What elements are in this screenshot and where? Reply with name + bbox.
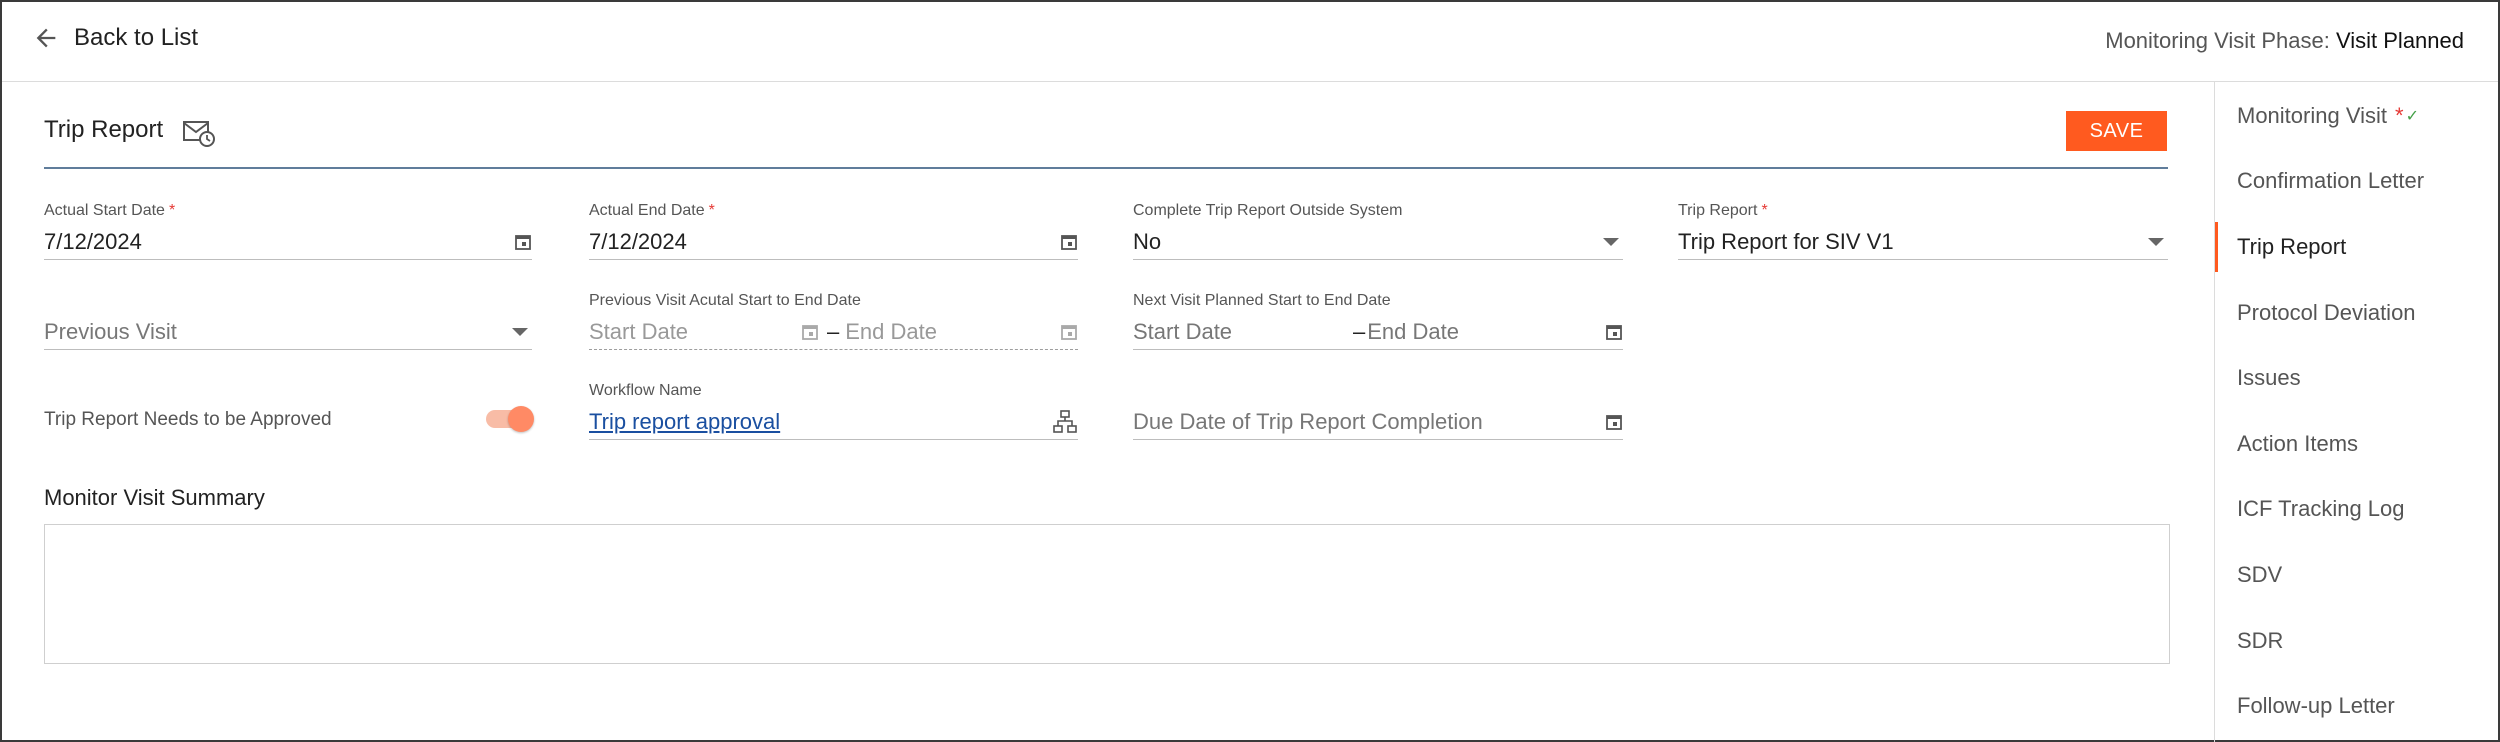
mail-clock-icon[interactable]	[182, 118, 216, 148]
sidenav-item-issues[interactable]: Issues	[2215, 353, 2499, 403]
needs-approval-toggle[interactable]	[486, 406, 534, 432]
required-mark: *	[708, 202, 715, 219]
sidenav-item-label: Protocol Deviation	[2237, 300, 2416, 325]
check-icon: ✓	[2405, 108, 2419, 125]
calendar-icon[interactable]	[514, 233, 532, 251]
sidenav-item-label: Monitoring Visit	[2237, 103, 2387, 128]
sidenav-item-label: Confirmation Letter	[2237, 168, 2425, 193]
next-visit-end-placeholder: End Date	[1367, 318, 1459, 344]
actual-end-date-value: 7/12/2024	[589, 228, 687, 254]
previous-visit-field: Previous Visit	[44, 292, 532, 352]
next-visit-range-field: Next Visit Planned Start to End Date Sta…	[1133, 292, 1623, 352]
trip-report-select[interactable]: Trip Report for SIV V1	[1678, 224, 2168, 260]
save-button[interactable]: SAVE	[2066, 111, 2167, 151]
sidenav-item-label: SDV	[2237, 562, 2283, 587]
dropdown-caret-icon	[2148, 237, 2164, 246]
actual-start-date-value: 7/12/2024	[44, 228, 142, 254]
workflow-name-field: Workflow Name Trip report approval	[589, 382, 1078, 442]
main-content: Trip Report SAVE Actual Start Date * 7/12…	[2, 82, 2214, 742]
previous-visit-range-label: Previous Visit Acutal Start to End Date	[589, 292, 861, 309]
sidenav-item-label: Issues	[2237, 365, 2301, 390]
workflow-name-label: Workflow Name	[589, 382, 702, 399]
actual-end-date-input[interactable]: 7/12/2024	[589, 224, 1078, 260]
complete-outside-system-label: Complete Trip Report Outside System	[1133, 202, 1403, 219]
required-mark: *	[1761, 202, 1768, 219]
arrow-left-icon	[36, 28, 56, 48]
sidenav-item-label: Trip Report	[2237, 234, 2347, 259]
calendar-icon[interactable]	[1605, 413, 1623, 431]
monitor-visit-summary-label: Monitor Visit Summary	[44, 485, 265, 510]
sidenav-item-monitoring-visit[interactable]: Monitoring Visit * ✓	[2215, 91, 2499, 141]
calendar-icon[interactable]	[1060, 233, 1078, 251]
phase-value: Visit Planned	[2335, 28, 2464, 53]
calendar-icon	[1061, 324, 1077, 340]
section-sidenav: Monitoring Visit * ✓ Confirmation Letter…	[2214, 82, 2498, 742]
previous-visit-start-placeholder: Start Date	[589, 318, 689, 344]
actual-start-date-label: Actual Start Date	[44, 202, 165, 219]
actual-end-date-field: Actual End Date * 7/12/2024	[589, 202, 1078, 262]
actual-start-date-input[interactable]: 7/12/2024	[44, 224, 532, 260]
complete-outside-system-select[interactable]: No	[1133, 224, 1623, 260]
monitoring-visit-phase: Monitoring Visit Phase: Visit Planned	[2105, 28, 2464, 54]
sidenav-item-label: Action Items	[2237, 431, 2359, 456]
trip-report-label: Trip Report	[1678, 202, 1758, 219]
dropdown-caret-icon	[512, 327, 528, 336]
calendar-icon[interactable]	[1605, 323, 1623, 341]
previous-visit-end-placeholder: End Date	[845, 318, 937, 344]
actual-start-date-field: Actual Start Date * 7/12/2024	[44, 202, 532, 262]
back-to-list-button[interactable]: Back to List	[32, 24, 198, 52]
sidenav-item-sdr[interactable]: SDR	[2215, 616, 2499, 666]
required-mark: *	[2395, 103, 2404, 128]
previous-visit-range-input: Start Date – End Date	[589, 314, 1078, 350]
due-date-field: Due Date of Trip Report Completion	[1133, 382, 1623, 442]
complete-outside-system-field: Complete Trip Report Outside System No	[1133, 202, 1623, 262]
next-visit-range-label: Next Visit Planned Start to End Date	[1133, 292, 1391, 309]
trip-report-value: Trip Report for SIV V1	[1678, 228, 1894, 254]
page-title: Trip Report	[44, 116, 164, 143]
dropdown-caret-icon	[1603, 237, 1619, 246]
range-dash: –	[1353, 318, 1366, 344]
workflow-name-row: Trip report approval	[589, 404, 1078, 440]
sidenav-item-protocol-deviation[interactable]: Protocol Deviation	[2215, 288, 2499, 338]
due-date-placeholder: Due Date of Trip Report Completion	[1133, 408, 1483, 434]
actual-end-date-label: Actual End Date	[589, 202, 705, 219]
back-to-list-label: Back to List	[74, 24, 199, 51]
trip-report-field: Trip Report * Trip Report for SIV V1	[1678, 202, 2168, 262]
needs-approval-label: Trip Report Needs to be Approved	[44, 409, 332, 430]
phase-label: Monitoring Visit Phase:	[2105, 28, 2330, 53]
sidenav-item-label: ICF Tracking Log	[2237, 496, 2405, 521]
previous-visit-select[interactable]: Previous Visit	[44, 314, 532, 350]
sidenav-item-icf-tracking-log[interactable]: ICF Tracking Log	[2215, 484, 2499, 534]
toggle-knob	[508, 406, 534, 432]
previous-visit-range-field: Previous Visit Acutal Start to End Date …	[589, 292, 1078, 352]
monitor-visit-summary-textarea[interactable]	[44, 524, 2170, 664]
app-window: Back to List Monitoring Visit Phase: Vis…	[0, 0, 2500, 742]
workflow-hierarchy-icon[interactable]	[1052, 409, 1078, 435]
complete-outside-system-value: No	[1133, 228, 1162, 254]
top-bar: Back to List Monitoring Visit Phase: Vis…	[2, 2, 2498, 82]
sidenav-item-label: Follow-up Letter	[2237, 693, 2395, 718]
sidenav-item-label: SDR	[2237, 628, 2284, 653]
previous-visit-placeholder: Previous Visit	[44, 318, 177, 344]
sidenav-item-sdv[interactable]: SDV	[2215, 550, 2499, 600]
due-date-input[interactable]: Due Date of Trip Report Completion	[1133, 404, 1623, 440]
sidenav-item-action-items[interactable]: Action Items	[2215, 419, 2499, 469]
next-visit-range-input[interactable]: Start Date – End Date	[1133, 314, 1623, 350]
sidenav-item-confirmation-letter[interactable]: Confirmation Letter	[2215, 156, 2499, 206]
sidenav-item-trip-report[interactable]: Trip Report	[2215, 222, 2499, 272]
range-dash: –	[827, 318, 840, 344]
workflow-name-link[interactable]: Trip report approval	[589, 409, 1052, 435]
calendar-icon	[802, 324, 818, 340]
next-visit-start-placeholder: Start Date	[1133, 318, 1233, 344]
title-divider	[44, 167, 2168, 169]
required-mark: *	[168, 202, 176, 219]
sidenav-item-follow-up-letter[interactable]: Follow-up Letter	[2215, 681, 2499, 731]
